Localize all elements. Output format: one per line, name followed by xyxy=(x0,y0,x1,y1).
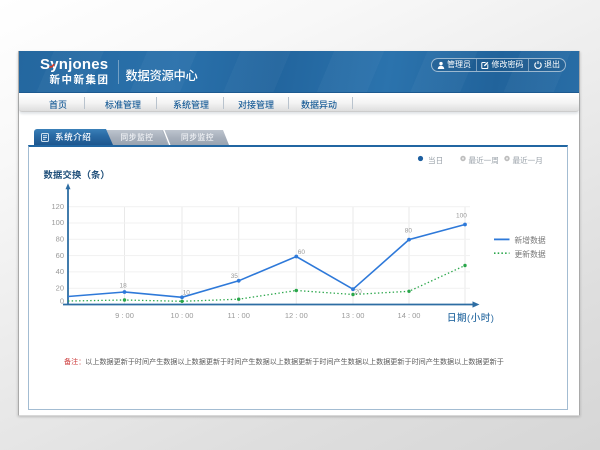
svg-text:10: 10 xyxy=(183,290,191,297)
svg-text:11 : 00: 11 : 00 xyxy=(228,311,250,320)
svg-text:100: 100 xyxy=(456,213,467,220)
svg-text:80: 80 xyxy=(56,235,64,244)
svg-text:80: 80 xyxy=(405,228,413,235)
svg-text:60: 60 xyxy=(56,251,64,260)
svg-text:18: 18 xyxy=(120,282,128,289)
svg-text:120: 120 xyxy=(51,202,64,211)
svg-text:20: 20 xyxy=(56,283,64,292)
svg-text:20: 20 xyxy=(355,289,363,296)
svg-text:35: 35 xyxy=(231,273,239,280)
svg-text:40: 40 xyxy=(56,267,64,276)
svg-text:100: 100 xyxy=(51,218,64,227)
svg-text:10 : 00: 10 : 00 xyxy=(171,311,194,320)
svg-text:14 : 00: 14 : 00 xyxy=(398,311,421,320)
svg-text:60: 60 xyxy=(298,249,306,256)
svg-text:9 : 00: 9 : 00 xyxy=(115,311,134,320)
svg-text:12 : 00: 12 : 00 xyxy=(285,311,308,320)
svg-text:13 : 00: 13 : 00 xyxy=(342,311,365,320)
svg-text:0: 0 xyxy=(60,296,64,305)
